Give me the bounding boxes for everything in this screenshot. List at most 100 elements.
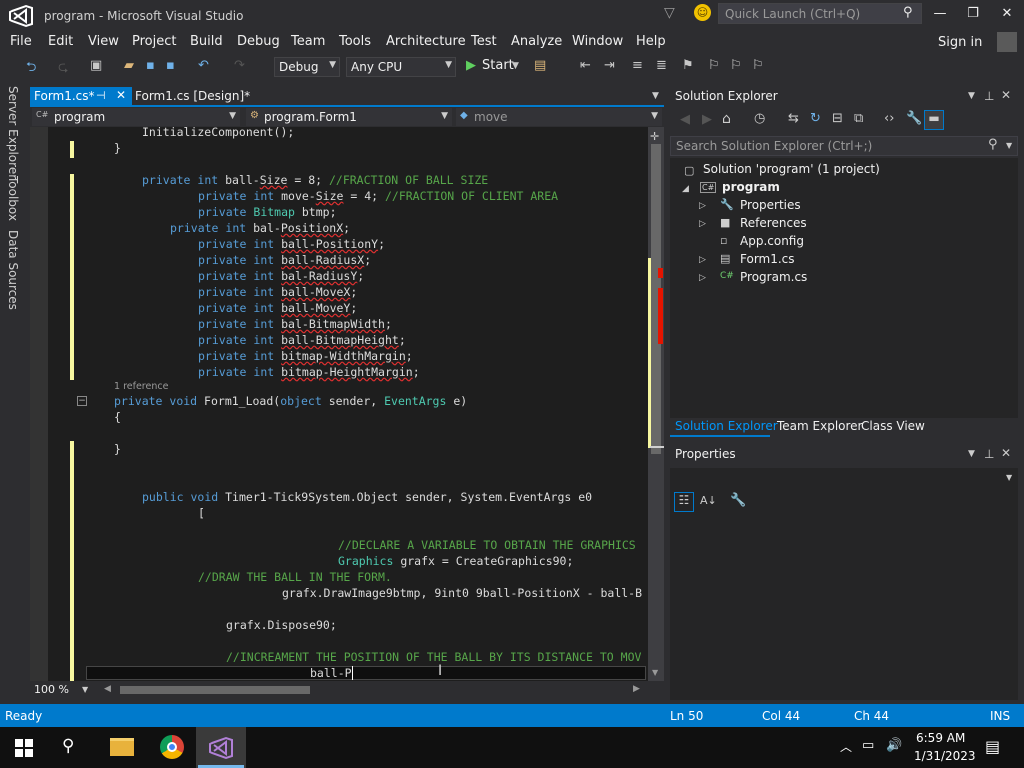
back-icon[interactable]: ⮌ [26,58,36,80]
uncomment-icon[interactable]: ≣ [656,58,667,73]
menu-help[interactable]: Help [636,34,666,49]
tree-item-properties[interactable]: Properties [740,198,801,212]
configuration-select[interactable]: Debug ▼ [274,57,340,77]
windows-start-icon[interactable] [15,739,33,757]
chevron-down-icon[interactable]: ▼ [1006,473,1012,482]
preview-selected-icon[interactable]: ▬ [924,110,944,130]
horizontal-scrollbar-thumb[interactable] [120,686,310,694]
side-tab-toolbox[interactable]: Toolbox [6,176,20,221]
tree-item-form1[interactable]: Form1.cs [740,252,795,266]
collapsed-arrow-icon[interactable]: ▷ [699,273,706,283]
tab-form1-design[interactable]: Form1.cs [Design]* [135,89,250,103]
zoom-dropdown-icon[interactable]: ▼ [82,685,88,694]
undo-icon[interactable]: ↶ [198,58,209,73]
platform-select[interactable]: Any CPU ▼ [346,57,456,77]
close-panel-icon[interactable]: ✕ [1001,88,1011,102]
redo-icon[interactable]: ↷ [234,58,245,73]
property-pages-icon[interactable]: 🔧 [730,493,746,508]
menu-window[interactable]: Window [572,34,623,49]
collapse-outline-icon[interactable]: − [77,396,87,406]
step-icon[interactable]: ⇤ [580,58,591,73]
feedback-smiley-icon[interactable]: ☺ [694,4,711,21]
start-icon[interactable]: ▶ [466,58,476,73]
search-options-icon[interactable]: ▼ [1006,141,1012,150]
side-tab-data-sources[interactable]: Data Sources [6,230,20,310]
code-lens-references[interactable]: 1 reference [114,381,168,392]
menu-file[interactable]: File [10,34,32,49]
comment-icon[interactable]: ≡ [632,58,643,73]
split-window-icon[interactable]: ✛ [650,130,662,143]
show-all-files-icon[interactable]: ⧉ [854,111,863,126]
chrome-icon[interactable] [160,735,184,759]
scroll-left-icon[interactable]: ◀ [104,684,111,694]
minimize-button[interactable]: — [929,6,951,24]
network-icon[interactable]: ▭ [862,738,874,753]
quick-launch-input[interactable]: Quick Launch (Ctrl+Q) ⚲ [718,3,922,24]
clear-bookmarks-icon[interactable]: ⚐ [752,58,764,73]
bookmark-prev-icon[interactable]: ⚐ [708,58,720,73]
menu-architecture[interactable]: Architecture [386,34,466,49]
tree-item-solution[interactable]: Solution 'program' (1 project) [703,162,880,176]
pin-icon[interactable]: ⊥ [984,447,994,461]
zoom-level[interactable]: 100 % [34,683,69,696]
tab-overflow-icon[interactable]: ▼ [652,91,659,101]
tab-team-explorer[interactable]: Team Explorer [777,419,863,433]
pin-icon[interactable]: ⊣ [96,89,106,102]
pin-icon[interactable]: ⊥ [984,89,994,103]
tree-item-program-cs[interactable]: Program.cs [740,270,807,284]
forward-icon[interactable]: ▶ [702,112,712,127]
refresh-icon[interactable]: ↻ [810,111,821,126]
close-panel-icon[interactable]: ✕ [1001,446,1011,460]
search-icon[interactable]: ⚲ [62,736,74,756]
project-nav-select[interactable]: C# program ▼ [32,108,240,126]
tray-overflow-icon[interactable]: ︿ [840,738,852,755]
start-dropdown-icon[interactable]: ▼ [512,61,519,71]
clock-date[interactable]: 1/31/2023 [914,749,976,763]
properties-object-select[interactable] [670,468,1018,488]
scroll-down-icon[interactable]: ▼ [652,668,658,677]
categorized-icon[interactable]: ☷ [674,492,694,512]
window-position-icon[interactable]: ▼ [968,449,975,459]
alphabetical-icon[interactable]: A↓ [700,494,717,507]
tab-close-icon[interactable]: ✕ [116,88,126,102]
window-position-icon[interactable]: ▼ [968,91,975,101]
sign-in-link[interactable]: Sign in [938,35,982,50]
forward-icon[interactable]: ⮎ [58,58,68,80]
collapsed-arrow-icon[interactable]: ▷ [699,219,706,229]
view-code-icon[interactable]: ‹› [884,111,894,126]
file-explorer-icon[interactable] [110,738,134,756]
bookmark-next-icon[interactable]: ⚐ [730,58,742,73]
notification-filter-icon[interactable]: ▽ [664,5,675,21]
sync-icon[interactable]: ⇆ [788,111,799,126]
format-icon[interactable]: ⇥ [604,58,615,73]
menu-debug[interactable]: Debug [237,34,280,49]
save-icon[interactable]: ▪ [146,58,155,73]
notifications-icon[interactable]: ▤ [985,737,1000,756]
member-nav-select[interactable]: ◆ move ▼ [456,108,662,126]
search-icon[interactable]: ⚲ [903,5,913,20]
restore-button[interactable]: ❐ [962,6,984,24]
collapsed-arrow-icon[interactable]: ▷ [699,255,706,265]
collapsed-arrow-icon[interactable]: ▷ [699,201,706,211]
new-project-icon[interactable]: ▣ [90,58,102,73]
back-icon[interactable]: ◀ [680,112,690,127]
menu-edit[interactable]: Edit [48,34,73,49]
menu-team[interactable]: Team [291,34,325,49]
search-icon[interactable]: ⚲ [988,137,998,152]
browser-link-icon[interactable]: ▤ [534,58,546,73]
volume-icon[interactable]: 🔊 [886,738,902,753]
tree-item-app-config[interactable]: App.config [740,234,804,248]
menu-analyze[interactable]: Analyze [511,34,562,49]
menu-test[interactable]: Test [471,34,497,49]
close-button[interactable]: ✕ [996,6,1018,24]
bookmark-icon[interactable]: ⚑ [682,58,694,73]
scroll-right-icon[interactable]: ▶ [633,684,640,694]
tab-class-view[interactable]: Class View [861,419,925,433]
properties-wrench-icon[interactable]: 🔧 [906,111,922,126]
menu-build[interactable]: Build [190,34,223,49]
tree-item-project[interactable]: program [722,180,780,194]
expanded-arrow-icon[interactable]: ◢ [682,184,689,194]
clock-time[interactable]: 6:59 AM [916,731,965,745]
menu-project[interactable]: Project [132,34,176,49]
home-icon[interactable]: ⌂ [722,111,731,127]
